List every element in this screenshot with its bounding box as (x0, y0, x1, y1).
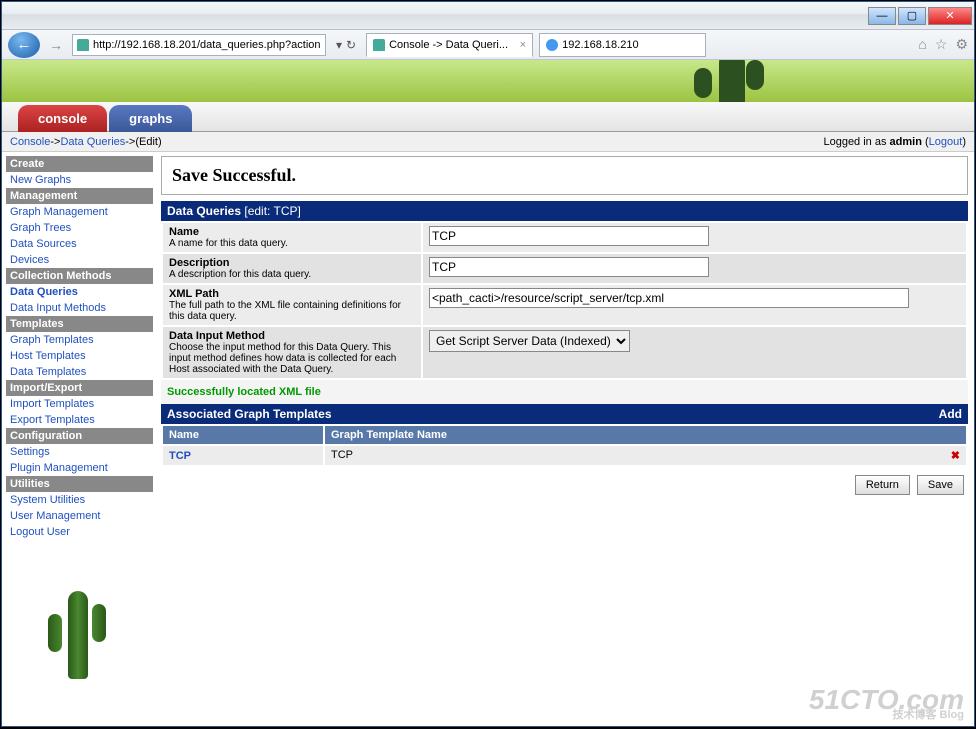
name-label: Name (169, 226, 199, 238)
tab-close-icon[interactable]: × (520, 39, 526, 51)
xml-label: XML Path (169, 288, 219, 300)
xml-success-message: Successfully located XML file (161, 380, 968, 404)
col-name: Name (163, 426, 323, 444)
button-row: Return Save (161, 467, 968, 503)
tab-icon (373, 39, 385, 51)
form-table: NameA name for this data query. Descript… (161, 221, 968, 380)
cactus-graphic (694, 60, 774, 102)
tab-icon (546, 39, 558, 51)
dropdown-icon[interactable]: ▾ (336, 38, 342, 52)
method-label: Data Input Method (169, 330, 265, 342)
assoc-table: Name Graph Template Name TCP TCP ✖ (161, 424, 968, 467)
current-user: admin (890, 136, 922, 148)
desc-input[interactable] (429, 257, 709, 277)
xml-help: The full path to the XML file containing… (169, 300, 415, 322)
sidebar-link-import-templates[interactable]: Import Templates (6, 396, 153, 412)
row-name-link[interactable]: TCP (169, 450, 191, 462)
sidebar-header-templates: Templates (6, 316, 153, 332)
tab-title: 192.168.18.210 (562, 39, 638, 51)
add-link[interactable]: Add (939, 407, 962, 421)
method-help: Choose the input method for this Data Qu… (169, 342, 415, 375)
crumb-console[interactable]: Console (10, 136, 50, 148)
back-button[interactable]: ← (8, 32, 40, 58)
col-template: Graph Template Name (325, 426, 966, 444)
tab-title: Console -> Data Queri... (389, 39, 508, 51)
cactus-logo (42, 586, 112, 686)
tools-icon[interactable]: ⚙ (955, 36, 968, 53)
sidebar-link-data-input[interactable]: Data Input Methods (6, 300, 153, 316)
home-icon[interactable]: ⌂ (918, 36, 926, 53)
xml-input[interactable] (429, 288, 909, 308)
sidebar-link-data-queries[interactable]: Data Queries (6, 284, 153, 300)
sidebar-link-data-sources[interactable]: Data Sources (6, 236, 153, 252)
window-titlebar: — ▢ ✕ (2, 2, 974, 30)
sidebar-link-plugin-mgmt[interactable]: Plugin Management (6, 460, 153, 476)
sidebar-link-new-graphs[interactable]: New Graphs (6, 172, 153, 188)
sidebar-link-logout-user[interactable]: Logout User (6, 524, 153, 540)
section-header-assoc-templates: Associated Graph Templates Add (161, 404, 968, 424)
site-icon (77, 39, 89, 51)
logout-link[interactable]: Logout (929, 136, 963, 148)
minimize-button[interactable]: — (868, 7, 896, 25)
name-help: A name for this data query. (169, 238, 415, 249)
maximize-button[interactable]: ▢ (898, 7, 926, 25)
message-box: Save Successful. (161, 156, 968, 195)
sidebar-header-config: Configuration (6, 428, 153, 444)
breadcrumb: Console -> Data Queries -> (Edit) Logged… (2, 132, 974, 152)
app-tab-row: console graphs (2, 102, 974, 132)
refresh-icon[interactable]: ↻ (346, 38, 356, 52)
name-input[interactable] (429, 226, 709, 246)
address-bar[interactable] (72, 34, 326, 56)
crumb-data-queries[interactable]: Data Queries (60, 136, 125, 148)
watermark: 51CTO.com 技术博客 Blog (809, 689, 964, 720)
desc-label: Description (169, 257, 230, 269)
browser-navbar: ← → ▾ ↻ Console -> Data Queri... × 192.1… (2, 30, 974, 60)
sidebar-link-graph-trees[interactable]: Graph Trees (6, 220, 153, 236)
sidebar-header-collection: Collection Methods (6, 268, 153, 284)
sidebar-header-create: Create (6, 156, 153, 172)
sidebar-header-import-export: Import/Export (6, 380, 153, 396)
return-button[interactable]: Return (855, 475, 910, 495)
message-title: Save Successful. (172, 165, 957, 186)
section-header-data-queries: Data Queries [edit: TCP] (161, 201, 968, 221)
tab-graphs[interactable]: graphs (109, 105, 192, 132)
crumb-edit: (Edit) (135, 136, 161, 148)
save-button[interactable]: Save (917, 475, 964, 495)
sidebar-link-user-mgmt[interactable]: User Management (6, 508, 153, 524)
app-banner (2, 60, 974, 102)
method-select[interactable]: Get Script Server Data (Indexed) (429, 330, 630, 352)
browser-tab-2[interactable]: 192.168.18.210 (539, 33, 706, 57)
sidebar-link-graph-templates[interactable]: Graph Templates (6, 332, 153, 348)
sidebar-link-host-templates[interactable]: Host Templates (6, 348, 153, 364)
sidebar-link-devices[interactable]: Devices (6, 252, 153, 268)
forward-button[interactable]: → (46, 33, 66, 57)
tab-console[interactable]: console (18, 105, 107, 132)
sidebar-header-utilities: Utilities (6, 476, 153, 492)
sidebar-link-settings[interactable]: Settings (6, 444, 153, 460)
favorites-icon[interactable]: ☆ (935, 36, 948, 53)
sidebar-link-export-templates[interactable]: Export Templates (6, 412, 153, 428)
close-button[interactable]: ✕ (928, 7, 972, 25)
browser-tab-active[interactable]: Console -> Data Queri... × (366, 33, 533, 57)
content-area: Save Successful. Data Queries [edit: TCP… (157, 152, 974, 724)
sidebar-link-data-templates[interactable]: Data Templates (6, 364, 153, 380)
url-input[interactable] (93, 39, 321, 51)
desc-help: A description for this data query. (169, 269, 415, 280)
sidebar-header-management: Management (6, 188, 153, 204)
sidebar-link-graph-mgmt[interactable]: Graph Management (6, 204, 153, 220)
table-row: TCP TCP ✖ (163, 446, 966, 465)
row-template-name: TCP (331, 449, 353, 461)
sidebar-link-system-utilities[interactable]: System Utilities (6, 492, 153, 508)
delete-icon[interactable]: ✖ (951, 449, 960, 462)
